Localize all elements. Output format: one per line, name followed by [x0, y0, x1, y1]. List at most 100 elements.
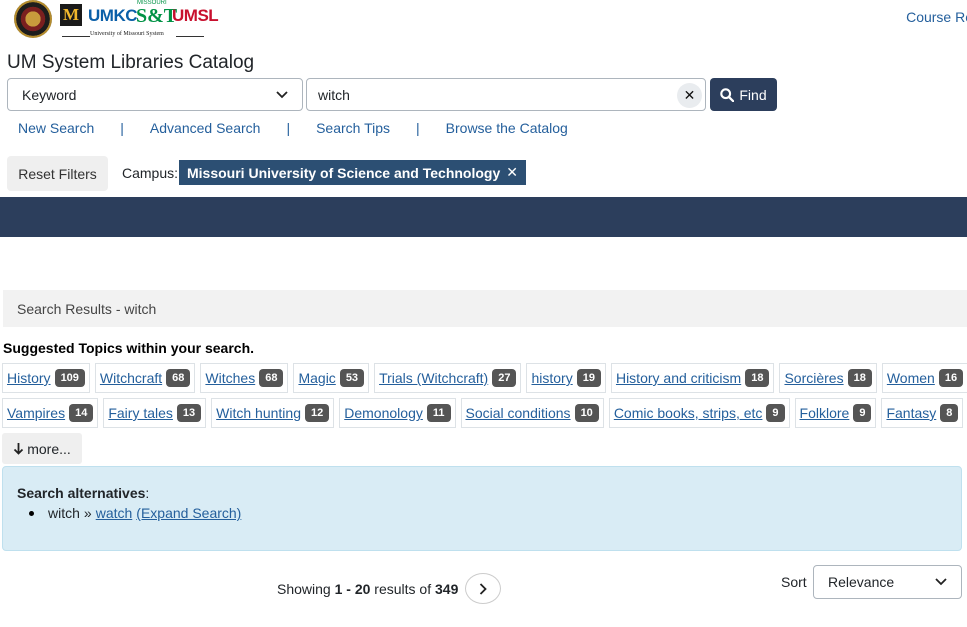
topic-count-badge: 27 — [492, 369, 517, 387]
topic-item: Demonology 11 — [339, 398, 456, 428]
suggested-topics-heading: Suggested Topics within your search. — [3, 340, 255, 356]
search-type-value: Keyword — [22, 86, 77, 103]
sort-value: Relevance — [828, 574, 895, 590]
topic-item: Social conditions 10 — [460, 398, 604, 428]
find-button[interactable]: Find — [710, 78, 777, 111]
search-type-select[interactable]: Keyword — [7, 78, 303, 111]
topic-link[interactable]: Comic books, strips, etc — [614, 405, 763, 421]
topic-item: Folklore 9 — [794, 398, 877, 428]
topic-link[interactable]: Fairy tales — [108, 405, 173, 421]
university-seal-icon — [14, 0, 52, 38]
sort-select[interactable]: Relevance — [813, 565, 962, 599]
browse-catalog-link[interactable]: Browse the Catalog — [446, 120, 568, 136]
campus-filter-chip[interactable]: Missouri University of Science and Techn… — [179, 160, 526, 185]
nav-separator: | — [416, 120, 420, 136]
search-results-header: Search Results - witch — [3, 290, 967, 327]
topic-link[interactable]: Social conditions — [466, 405, 571, 421]
topic-link[interactable]: Witches — [205, 370, 255, 386]
topic-item: Fairy tales 13 — [103, 398, 207, 428]
find-button-label: Find — [739, 86, 767, 103]
new-search-link[interactable]: New Search — [18, 120, 94, 136]
topic-link[interactable]: Trials (Witchcraft) — [379, 370, 488, 386]
expand-search-link[interactable]: (Expand Search) — [136, 505, 241, 521]
topic-count-badge: 109 — [54, 369, 85, 387]
topic-count-badge: 8 — [940, 404, 959, 422]
topic-link[interactable]: Vampires — [7, 405, 65, 421]
advanced-search-link[interactable]: Advanced Search — [150, 120, 261, 136]
remove-filter-icon[interactable]: ✕ — [506, 164, 518, 181]
course-reserves-link[interactable]: Course Re — [906, 9, 967, 25]
nav-separator: | — [286, 120, 291, 136]
search-alternative-item: witch » watch (Expand Search) — [29, 505, 241, 521]
topic-link[interactable]: Witch hunting — [216, 405, 301, 421]
topic-item: Witch hunting 12 — [211, 398, 335, 428]
topic-count-badge: 14 — [69, 404, 94, 422]
topic-link[interactable]: History and criticism — [616, 370, 741, 386]
topic-item: History and criticism 18 — [610, 363, 775, 393]
search-tips-link[interactable]: Search Tips — [316, 120, 390, 136]
search-input[interactable] — [307, 79, 705, 110]
topic-item: Vampires 14 — [2, 398, 99, 428]
clear-search-button[interactable]: ✕ — [677, 83, 702, 108]
topic-link[interactable]: Women — [887, 370, 935, 386]
search-input-container: ✕ — [306, 78, 706, 111]
more-topics-button[interactable]: more... — [2, 433, 82, 464]
search-alternatives-title: Search alternatives: — [17, 485, 150, 501]
suggested-term-link[interactable]: watch — [96, 505, 133, 521]
topic-item: History 109 — [2, 363, 90, 393]
topic-item: Women 16 — [881, 363, 967, 393]
nav-separator: | — [120, 120, 124, 136]
umsl-logo: UMSL — [172, 6, 219, 25]
topic-item: Trials (Witchcraft) 27 — [374, 363, 522, 393]
arrow-separator: » — [83, 505, 92, 521]
campus-filter-label: Campus: — [122, 165, 179, 181]
topic-count-badge: 18 — [745, 369, 770, 387]
topic-link[interactable]: Witchcraft — [100, 370, 162, 386]
st-logo: S&T — [136, 5, 178, 27]
topic-count-badge: 18 — [847, 369, 872, 387]
topic-link[interactable]: history — [531, 370, 572, 386]
university-logos[interactable]: M UMKC MISSOURI S&T UMSL University of M… — [12, 0, 219, 42]
next-page-button[interactable] — [465, 573, 501, 604]
campus-filter-value: Missouri University of Science and Techn… — [187, 164, 501, 181]
topic-item: Comic books, strips, etc 9 — [608, 398, 790, 428]
header-banner — [0, 197, 967, 237]
umkc-logo: UMKC — [88, 6, 138, 25]
more-topics-label: more... — [27, 440, 71, 457]
topic-count-badge: 68 — [259, 369, 284, 387]
original-term: witch — [48, 505, 80, 521]
topic-item: Sorcières 18 — [779, 363, 877, 393]
chevron-down-icon — [935, 578, 947, 586]
chevron-right-icon — [479, 582, 487, 595]
topic-count-badge: 16 — [938, 369, 964, 387]
search-icon — [720, 87, 735, 102]
arrow-down-icon — [14, 443, 24, 455]
topic-count-badge: 13 — [176, 404, 202, 422]
bullet-icon — [29, 510, 34, 516]
topic-item: Witches 68 — [200, 363, 289, 393]
topic-count-badge: 12 — [305, 404, 330, 422]
topic-count-badge: 19 — [576, 369, 601, 387]
topic-link[interactable]: Magic — [298, 370, 335, 386]
ums-caption: University of Missouri System — [90, 31, 164, 37]
topic-link[interactable]: History — [7, 370, 51, 386]
topic-link[interactable]: Fantasy — [886, 405, 936, 421]
topics-row-2: Vampires 14 Fairy tales 13 Witch hunting 12… — [2, 398, 964, 428]
topic-link[interactable]: Folklore — [800, 405, 850, 421]
sort-label: Sort — [781, 574, 807, 590]
topic-link[interactable]: Sorcières — [784, 370, 843, 386]
topic-count-badge: 68 — [166, 369, 191, 387]
chevron-down-icon — [276, 90, 288, 98]
topic-count-badge: 11 — [426, 404, 451, 422]
search-alternatives-box: Search alternatives: witch » watch (Expa… — [2, 466, 962, 551]
topic-count-badge: 10 — [574, 404, 599, 422]
search-nav-links: New Search | Advanced Search | Search Ti… — [18, 120, 568, 136]
reset-filters-button[interactable]: Reset Filters — [7, 156, 108, 191]
topics-row-1: History 109 Witchcraft 68 Witches 68 Magic 5… — [2, 363, 967, 393]
topic-item: Magic 53 — [293, 363, 370, 393]
results-count: Showing 1 - 20 results of 349 — [277, 581, 459, 597]
topic-item: history 19 — [526, 363, 606, 393]
topic-count-badge: 9 — [853, 404, 872, 422]
topic-link[interactable]: Demonology — [344, 405, 423, 421]
topic-count-badge: 53 — [339, 369, 365, 387]
